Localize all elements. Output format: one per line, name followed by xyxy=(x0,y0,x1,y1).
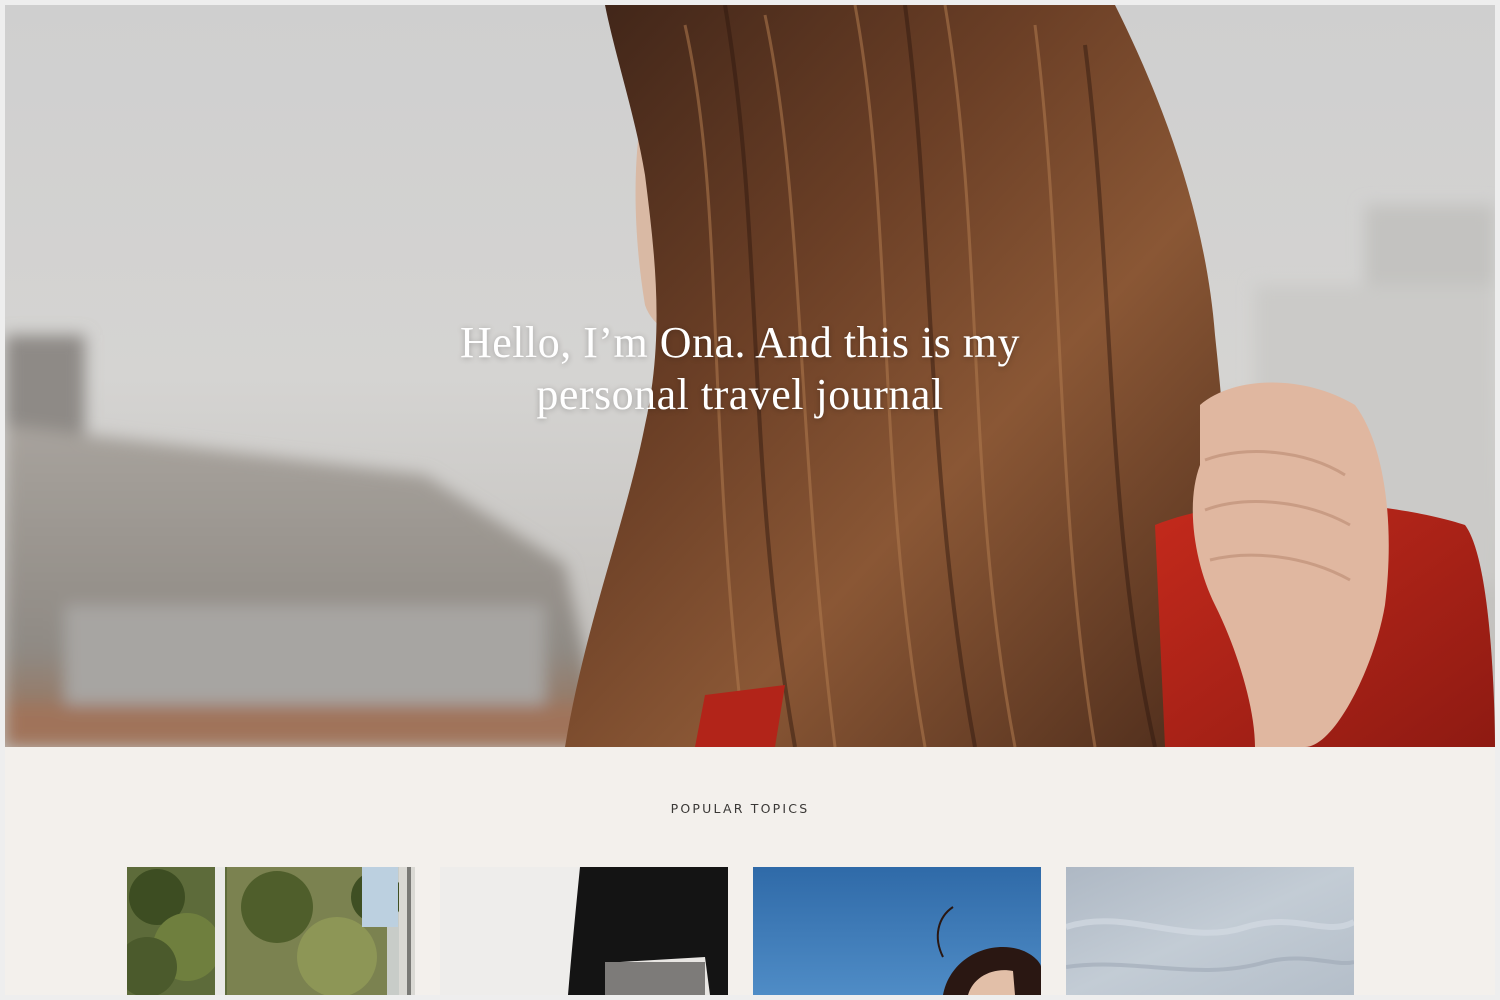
topic-card-4[interactable] xyxy=(1066,867,1354,995)
hero-section: Hello, I’m Ona. And this is my personal … xyxy=(5,5,1495,747)
hero-title-line-1: Hello, I’m Ona. And this is my xyxy=(459,318,1021,367)
page: Hello, I’m Ona. And this is my personal … xyxy=(5,5,1495,995)
popular-topics-heading: POPULAR TOPICS xyxy=(670,801,810,816)
topic-card-2[interactable] xyxy=(440,867,728,995)
hero-title: Hello, I’m Ona. And this is my personal … xyxy=(5,317,1475,421)
hero-title-line-2: personal travel journal xyxy=(536,370,944,419)
topic-card-3[interactable] xyxy=(753,867,1041,995)
topic-image-texture xyxy=(1066,867,1354,995)
topic-image-trees xyxy=(127,867,415,995)
topic-image-person-sweater xyxy=(440,867,728,995)
topic-card-1[interactable] xyxy=(127,867,415,995)
topic-image-blue-sky xyxy=(753,867,1041,995)
